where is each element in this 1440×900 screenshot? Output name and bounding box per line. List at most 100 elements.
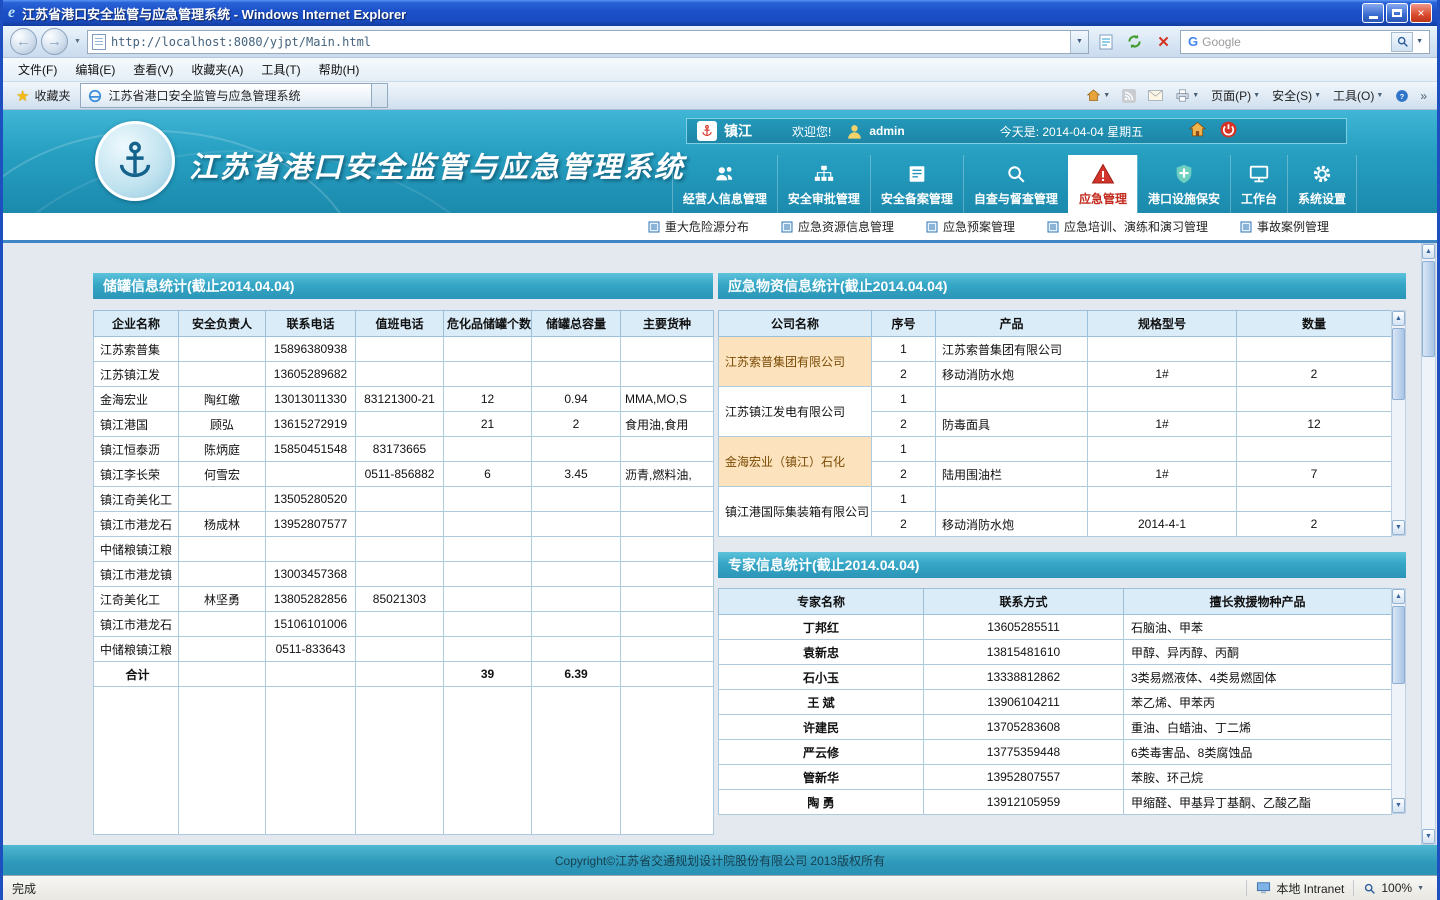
subnav-item-training-drills[interactable]: 应急培训、演练和演习管理 [1047,218,1208,235]
supplies-scrollbar[interactable]: ▲ ▼ [1391,310,1406,536]
zoom-dropdown-icon[interactable]: ▼ [1417,885,1424,892]
search-input[interactable]: Google [1202,35,1391,49]
menu-edit[interactable]: 编辑(E) [66,58,124,81]
back-button[interactable]: ← [10,28,37,55]
experts-table-row[interactable]: 许建民13705283608重油、白蜡油、丁二烯 [719,715,1392,740]
feeds-button[interactable] [1117,84,1141,108]
tank-cell: 15106101006 [266,612,356,637]
experts-table-row[interactable]: 丁邦红13605285511石脑油、甲苯 [719,615,1392,640]
tank-table-row[interactable]: 镇江港国顾弘13615272919212食用油,食用 [94,412,714,437]
nav-item-safety-record[interactable]: 安全备案管理 [870,155,963,213]
supplies-table-row[interactable]: 江苏索普集团有限公司1江苏索普集团有限公司 [719,337,1392,362]
mail-icon [1148,89,1163,102]
nav-item-workbench[interactable]: 工作台 [1230,155,1287,213]
experts-table-row[interactable]: 管新华13952807557苯胺、环己烷 [719,765,1392,790]
mail-button[interactable] [1143,84,1168,108]
experts-table-row[interactable]: 陶 勇13912105959甲缩醛、甲基异丁基酮、乙酸乙酯 [719,790,1392,815]
tank-cell [444,512,532,537]
search-button[interactable] [1391,32,1413,52]
nav-item-port-security[interactable]: 港口设施保安 [1137,155,1230,213]
nav-item-emergency[interactable]: 应急管理 [1068,155,1137,213]
tank-table-row[interactable]: 镇江市港龙石15106101006 [94,612,714,637]
expert-name-cell: 王 斌 [719,690,924,715]
scroll-thumb[interactable] [1392,606,1405,684]
nav-item-settings[interactable]: 系统设置 [1287,155,1357,213]
tools-menu-button[interactable]: 工具(O)▼ [1328,84,1388,108]
minimize-button[interactable] [1362,3,1384,23]
tank-table-row[interactable]: 镇江市港龙石杨成林13952807577 [94,512,714,537]
experts-table-row[interactable]: 王 斌13906104211苯乙烯、甲苯丙 [719,690,1392,715]
nav-item-operator-info[interactable]: 经营人信息管理 [672,155,777,213]
supplies-panel-header: 应急物资信息统计(截止2014.04.04) [718,273,1406,299]
supplies-table-row[interactable]: 江苏镇江发电有限公司1 [719,387,1392,412]
subnav-item-hazard-sources[interactable]: 重大危险源分布 [648,218,749,235]
overflow-chevron-icon[interactable]: » [1416,89,1431,103]
tank-table-row[interactable]: 镇江奇美化工13505280520 [94,487,714,512]
menu-view[interactable]: 查看(V) [124,58,182,81]
address-input[interactable]: http://localhost:8080/yjpt/Main.html ▼ [87,30,1089,54]
supplies-spec-cell [1088,387,1237,412]
page-menu-button[interactable]: 页面(P)▼ [1206,84,1265,108]
nav-item-self-inspection[interactable]: 自查与督查管理 [963,155,1068,213]
scroll-up-icon[interactable]: ▲ [1422,244,1435,259]
subnav-item-plan-management[interactable]: 应急预案管理 [926,218,1015,235]
zoom-control[interactable]: 100% ▼ [1363,881,1428,895]
tank-table-row[interactable]: 江奇美化工林坚勇1380528285685021303 [94,587,714,612]
address-dropdown-icon[interactable]: ▼ [1070,31,1088,53]
scroll-thumb[interactable] [1422,261,1435,357]
forward-button[interactable]: → [41,28,68,55]
search-box[interactable]: G Google ▼ [1180,30,1430,54]
help-button[interactable]: ? [1390,84,1414,108]
tank-table-row[interactable]: 金海宏业陶红皦1301301133083121300-21120.94MMA,M… [94,387,714,412]
main-nav: 经营人信息管理 安全审批管理 安全备案管理 [672,155,1357,213]
experts-table-row[interactable]: 石小玉133388128623类易燃液体、4类易燃固体 [719,665,1392,690]
address-url[interactable]: http://localhost:8080/yjpt/Main.html [111,35,1070,49]
scroll-up-icon[interactable]: ▲ [1392,589,1405,604]
close-button[interactable]: × [1410,3,1432,23]
tank-table-row[interactable]: 中储粮镇江粮 [94,537,714,562]
history-dropdown-icon[interactable]: ▼ [72,38,83,45]
supplies-product-cell [936,437,1088,462]
tank-table-row[interactable]: 江苏镇江发13605289682 [94,362,714,387]
new-tab-stub[interactable] [372,83,388,108]
scroll-down-icon[interactable]: ▼ [1422,829,1435,844]
compatibility-view-button[interactable] [1093,29,1118,54]
scroll-thumb[interactable] [1392,328,1405,400]
experts-table-row[interactable]: 严云修137753594486类毒害品、8类腐蚀品 [719,740,1392,765]
logout-button[interactable] [1219,120,1238,142]
menu-help[interactable]: 帮助(H) [310,58,369,81]
safety-menu-button[interactable]: 安全(S)▼ [1267,84,1326,108]
favorites-button[interactable]: ★ 收藏夹 [9,84,77,108]
nav-item-safety-approval[interactable]: 安全审批管理 [777,155,870,213]
supplies-col-header: 公司名称 [719,311,872,337]
scroll-up-icon[interactable]: ▲ [1392,311,1405,326]
scroll-down-icon[interactable]: ▼ [1392,520,1405,535]
supplies-header-row: 公司名称 序号 产品 规格型号 数量 [719,311,1392,337]
maximize-button[interactable] [1386,3,1408,23]
sub-nav: 重大危险源分布 应急资源信息管理 应急预案管理 应急培训、演练和演习管理 事故案… [3,213,1437,243]
home-button[interactable]: ▼ [1081,84,1115,108]
menu-file[interactable]: 文件(F) [9,58,66,81]
tank-table-row[interactable]: 镇江恒泰沥陈炳庭1585045154883173665 [94,437,714,462]
subnav-item-resource-info[interactable]: 应急资源信息管理 [781,218,894,235]
menu-favorites[interactable]: 收藏夹(A) [182,58,252,81]
menu-tools[interactable]: 工具(T) [252,58,309,81]
page-scrollbar[interactable]: ▲ ▼ [1421,243,1436,845]
page-footer: Copyright©江苏省交通规划设计院股份有限公司 2013版权所有 [3,845,1437,875]
scroll-down-icon[interactable]: ▼ [1392,798,1405,813]
experts-table-row[interactable]: 袁新忠13815481610甲醇、异丙醇、丙酮 [719,640,1392,665]
tank-table-row[interactable]: 镇江李长荣何雪宏0511-85688263.45沥青,燃料油, [94,462,714,487]
stop-button[interactable]: ✕ [1151,29,1176,54]
supplies-table-row[interactable]: 金海宏业（镇江）石化1 [719,437,1392,462]
subnav-item-accident-cases[interactable]: 事故案例管理 [1240,218,1329,235]
tank-table-row[interactable]: 江苏索普集15896380938 [94,337,714,362]
tank-table-row[interactable]: 镇江市港龙镇13003457368 [94,562,714,587]
refresh-button[interactable] [1122,29,1147,54]
tank-table-row[interactable]: 中储粮镇江粮0511-833643 [94,637,714,662]
supplies-table-row[interactable]: 镇江港国际集装箱有限公司1 [719,487,1392,512]
search-dropdown-icon[interactable]: ▼ [1413,38,1426,45]
print-button[interactable]: ▼ [1170,84,1204,108]
experts-scrollbar[interactable]: ▲ ▼ [1391,588,1406,814]
portal-home-button[interactable] [1188,120,1207,142]
browser-tab[interactable]: 江苏省港口安全监管与应急管理系统 [80,83,372,108]
